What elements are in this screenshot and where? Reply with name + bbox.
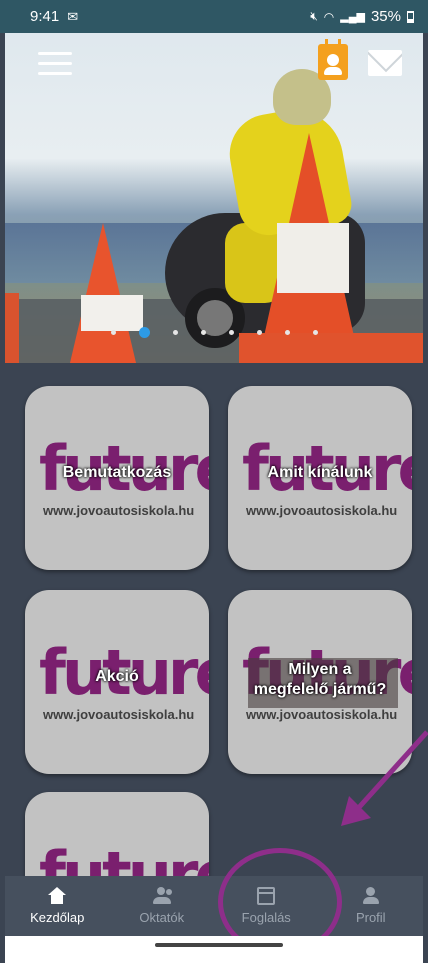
tile-label: Bemutatkozás — [62, 464, 172, 481]
nav-oktatok[interactable]: Oktatók — [117, 887, 207, 925]
logo-url: www.jovoautosiskola.hu — [246, 503, 398, 518]
nav-label: Kezdőlap — [30, 910, 85, 925]
hero-cone-left — [61, 223, 145, 363]
tile-label-line2: megfelelő jármű? — [253, 681, 387, 698]
signal-icon: ▂▄▆ — [340, 11, 365, 23]
people-icon — [151, 887, 173, 905]
logo-url: www.jovoautosiskola.hu — [43, 503, 195, 518]
tile-amit-kinalunk[interactable]: future www.jovoautosiskola.hu Amit kínál… — [228, 386, 412, 570]
tile-milyen-a-megfelelo-jarmu[interactable]: future www.jovoautosiskola.hu Milyen a m… — [228, 590, 412, 774]
calendar-person-icon[interactable] — [318, 39, 348, 80]
carousel-dot-active[interactable] — [138, 327, 150, 338]
tile-label: Amit kínálunk — [267, 464, 373, 481]
hamburger-menu-icon[interactable] — [38, 52, 72, 76]
status-time: 9:41 — [30, 8, 60, 25]
tile-label: Milyen a megfelelő jármű? — [228, 660, 412, 700]
nav-label: Oktatók — [139, 910, 185, 925]
person-icon — [360, 887, 382, 905]
tile-bemutatkozas[interactable]: future www.jovoautosiskola.hu Bemutatkoz… — [25, 386, 209, 570]
carousel-dot[interactable] — [284, 330, 290, 335]
bottom-navigation: Kezdőlap Oktatók Foglalás Profil — [5, 876, 423, 936]
carousel-dot[interactable] — [110, 330, 116, 335]
carousel-dot[interactable] — [228, 330, 234, 335]
hero-banner-image[interactable] — [5, 33, 423, 363]
nav-kezdolap[interactable]: Kezdőlap — [12, 887, 102, 925]
carousel-dot[interactable] — [312, 330, 318, 335]
tile-akcio[interactable]: future www.jovoautosiskola.hu Akció — [25, 590, 209, 774]
home-indicator[interactable] — [155, 943, 283, 947]
carousel-dot[interactable] — [172, 330, 178, 335]
hero-cone-left-band — [81, 295, 143, 331]
battery-icon — [407, 10, 414, 23]
app-screen: 9:41 ✉ 🔇︎ ◠ ▂▄▆ 35% futur www.jovoautosi… — [0, 0, 428, 963]
nav-label: Foglalás — [241, 910, 291, 925]
status-bar: 9:41 ✉ 🔇︎ ◠ ▂▄▆ 35% — [0, 0, 428, 33]
tile-label-line1: Milyen a — [288, 661, 352, 678]
mute-icon: 🔇︎ — [310, 9, 318, 23]
gmail-notification-icon: ✉ — [67, 8, 79, 24]
mail-icon[interactable] — [368, 50, 402, 76]
battery-percent: 35% — [370, 8, 401, 25]
calendar-icon — [257, 887, 276, 905]
logo-url: www.jovoautosiskola.hu — [43, 707, 195, 722]
nav-profil[interactable]: Profil — [326, 887, 416, 925]
carousel-dot[interactable] — [200, 330, 206, 335]
nav-label: Profil — [355, 910, 386, 925]
nav-foglalas[interactable]: Foglalás — [221, 887, 311, 925]
gesture-area — [5, 936, 423, 963]
hero-cone-right-band — [277, 223, 349, 293]
carousel-indicator — [0, 327, 428, 338]
home-icon — [46, 887, 68, 905]
wifi-icon: ◠ — [323, 9, 335, 24]
tile-label: Akció — [95, 668, 139, 685]
logo-url: www.jovoautosiskola.hu — [246, 707, 398, 722]
carousel-dot[interactable] — [256, 330, 262, 335]
